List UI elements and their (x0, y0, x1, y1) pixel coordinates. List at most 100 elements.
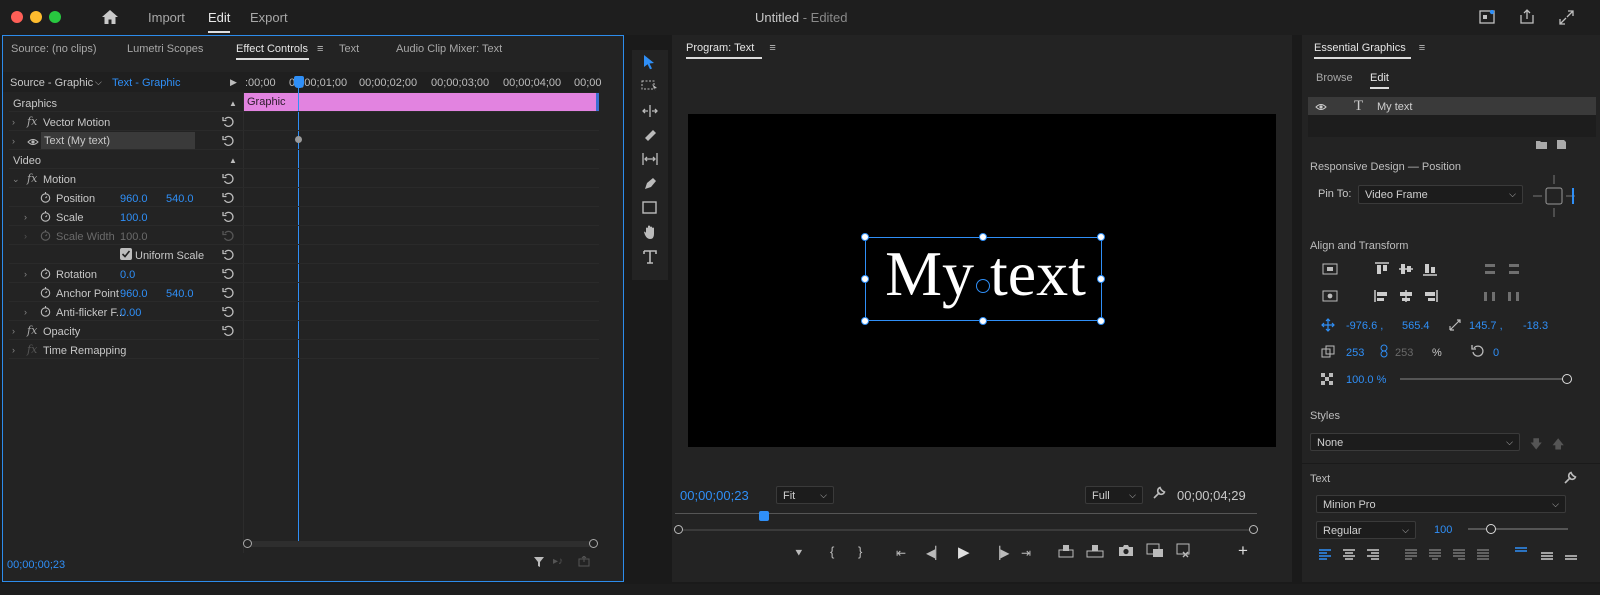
anchor-x-value[interactable]: 960.0 (120, 288, 148, 300)
quick-export-icon[interactable] (1479, 10, 1495, 24)
step-forward-icon[interactable]: ▕▶ (991, 546, 1009, 560)
workspace-edit[interactable]: Edit (208, 10, 231, 33)
share-icon[interactable] (1519, 9, 1535, 24)
source-label[interactable]: Source - Graphic (10, 77, 93, 89)
keyframe[interactable] (295, 136, 302, 143)
text-bottom-align-icon[interactable] (1564, 549, 1578, 561)
eg-position-y[interactable]: 565.4 (1402, 320, 1430, 332)
anchor-y-value[interactable]: 540.0 (166, 288, 194, 300)
transform-handle[interactable] (979, 233, 987, 241)
camera-icon[interactable] (1118, 544, 1134, 557)
stopwatch-icon[interactable] (40, 286, 51, 298)
stopwatch-icon[interactable] (40, 267, 51, 279)
eye-icon[interactable] (27, 138, 39, 146)
razor-tool-icon[interactable] (642, 127, 658, 143)
expand-icon[interactable]: › (12, 326, 15, 336)
collapse-icon[interactable]: ▲ (229, 99, 237, 108)
current-timecode[interactable]: 00;00;00;23 (680, 488, 749, 503)
wrench-icon[interactable] (1563, 471, 1577, 485)
chevron-down-icon[interactable]: ⌵ (95, 77, 102, 88)
transform-handle[interactable] (861, 275, 869, 283)
go-to-in-icon[interactable]: ⇤ (896, 546, 906, 560)
transform-handle[interactable] (1097, 275, 1105, 283)
eye-icon[interactable] (1315, 103, 1327, 111)
playhead-handle[interactable] (294, 76, 304, 88)
workspace-import[interactable]: Import (148, 10, 185, 25)
eg-anchor-x[interactable]: 145.7 , (1469, 320, 1503, 332)
transform-handle[interactable] (861, 233, 869, 241)
opacity-slider-thumb[interactable] (1562, 374, 1572, 384)
wrench-icon[interactable] (1152, 486, 1166, 500)
play-icon[interactable]: ▶ (958, 543, 970, 561)
tab-lumetri-scopes[interactable]: Lumetri Scopes (127, 43, 203, 55)
rotation-value[interactable]: 0.0 (120, 269, 135, 281)
expand-icon[interactable]: › (12, 136, 15, 146)
zoom-dropdown[interactable]: Fit ⌵ (776, 486, 834, 504)
tab-text[interactable]: Text (339, 43, 359, 55)
tab-source[interactable]: Source: (no clips) (11, 43, 97, 55)
fx-icon[interactable]: fx (27, 115, 37, 128)
align-text-left-icon[interactable] (1318, 549, 1332, 561)
eg-anchor-y[interactable]: -18.3 (1523, 320, 1548, 332)
expand-icon[interactable]: › (24, 212, 27, 222)
align-right-icon[interactable] (1422, 289, 1438, 303)
expand-icon[interactable]: › (24, 269, 27, 279)
expand-icon[interactable]: › (12, 117, 15, 127)
justify-all-icon[interactable] (1476, 549, 1490, 561)
step-back-icon[interactable]: ◀▏ (926, 546, 944, 560)
collapse-icon[interactable]: ▲ (229, 156, 237, 165)
text-center-align-icon[interactable] (1540, 549, 1554, 561)
eg-scale-width[interactable]: 253 (1346, 347, 1364, 359)
footer-timecode[interactable]: 00;00;00;23 (7, 559, 65, 571)
scale-value[interactable]: 100.0 (120, 212, 148, 224)
font-size-value[interactable]: 100 (1434, 524, 1452, 536)
go-to-out-icon[interactable]: ⇥ (1021, 546, 1031, 560)
reset-parameter-icon[interactable] (222, 325, 235, 337)
reset-parameter-icon[interactable] (222, 268, 235, 280)
transform-handle[interactable] (861, 317, 869, 325)
transform-handle[interactable] (979, 317, 987, 325)
add-button-icon[interactable]: + (1238, 541, 1248, 561)
align-to-selection-icon[interactable] (1322, 290, 1338, 302)
reset-parameter-icon[interactable] (222, 306, 235, 318)
eg-rotation[interactable]: 0 (1493, 347, 1499, 359)
align-top-icon[interactable] (1374, 262, 1390, 276)
stopwatch-icon[interactable] (40, 210, 51, 222)
font-dropdown[interactable]: Minion Pro ⌵ (1316, 495, 1566, 513)
align-text-center-icon[interactable] (1342, 549, 1356, 561)
align-text-right-icon[interactable] (1366, 549, 1380, 561)
new-layer-icon[interactable] (1556, 139, 1567, 150)
font-size-slider-thumb[interactable] (1486, 524, 1496, 534)
reset-parameter-icon[interactable] (222, 135, 235, 147)
anti-flicker-value[interactable]: 0.00 (120, 307, 141, 319)
timeline-scrollbar[interactable] (247, 541, 595, 547)
add-marker-icon[interactable]: ⯆ (794, 546, 804, 561)
tab-browse[interactable]: Browse (1316, 72, 1353, 84)
close-window-button[interactable] (11, 11, 23, 23)
justify-center-icon[interactable] (1428, 549, 1442, 561)
align-bottom-icon[interactable] (1422, 262, 1438, 276)
reset-parameter-icon[interactable] (222, 192, 235, 204)
insert-icon[interactable] (1146, 543, 1164, 558)
eg-position-x[interactable]: -976.6 , (1346, 320, 1383, 332)
ripple-edit-tool-icon[interactable] (641, 104, 659, 118)
expand-icon[interactable]: › (24, 307, 27, 317)
stopwatch-icon[interactable] (40, 191, 51, 203)
playhead-line[interactable] (298, 76, 299, 541)
panel-menu-icon[interactable]: ≡ (1419, 42, 1425, 54)
justify-left-icon[interactable] (1404, 549, 1418, 561)
type-tool-icon[interactable] (642, 249, 658, 265)
justify-right-icon[interactable] (1452, 549, 1466, 561)
tab-program[interactable]: Program: Text ≡ (686, 42, 776, 59)
selection-tool-icon[interactable] (642, 54, 656, 70)
overwrite-icon[interactable] (1176, 543, 1194, 558)
mark-out-icon[interactable]: } (858, 544, 862, 559)
zoom-window-button[interactable] (49, 11, 61, 23)
lift-icon[interactable] (1058, 544, 1074, 558)
font-size-slider[interactable] (1468, 528, 1568, 530)
home-icon[interactable] (101, 9, 119, 25)
uniform-scale-checkbox[interactable] (120, 248, 132, 260)
rectangle-tool-icon[interactable] (642, 201, 657, 214)
tab-essential-graphics[interactable]: Essential Graphics ≡ (1314, 42, 1425, 59)
zoom-bar[interactable] (680, 529, 1250, 531)
